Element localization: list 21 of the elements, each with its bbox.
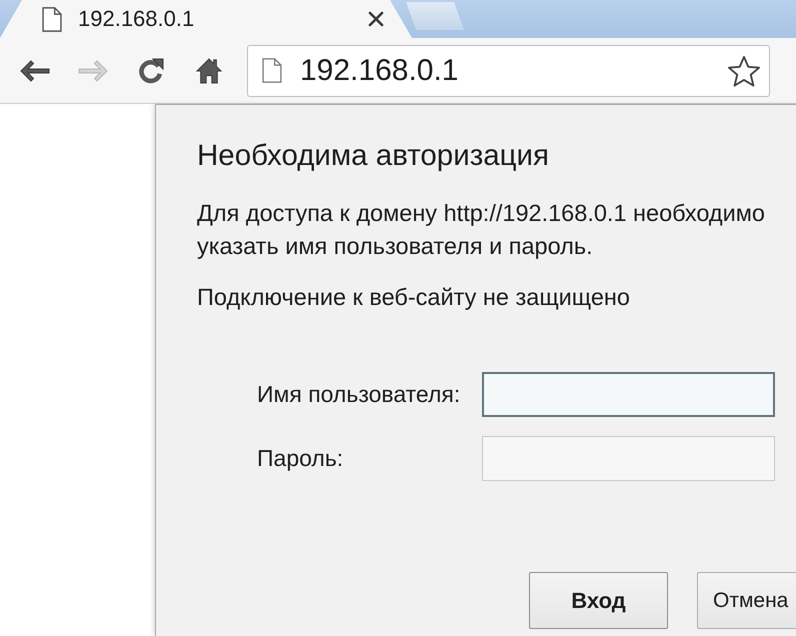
document-icon [262, 58, 282, 83]
field-label: Пароль: [257, 445, 344, 472]
tab-title: 192.168.0.1 [78, 6, 196, 32]
security-note: Подключение к веб-сайту не защищено [197, 283, 631, 312]
login-button[interactable]: Вход [529, 572, 668, 629]
address-bar[interactable]: 192.168.0.1 [247, 44, 770, 96]
reload-icon [136, 58, 166, 84]
username-field[interactable] [482, 372, 775, 417]
field-label: Имя пользователя: [257, 381, 462, 408]
star-icon[interactable] [727, 54, 761, 86]
left-arrow-icon [20, 58, 50, 84]
dialog-message: Для доступа к домену http://192.168.0.1 необходимо указать имя пользователя и пароль. [197, 199, 766, 261]
home-icon [194, 58, 224, 84]
cancel-button[interactable]: Отмена [697, 572, 796, 629]
password-field[interactable] [482, 436, 775, 481]
document-icon [42, 6, 62, 32]
dialog-title: Необходима авторизация [197, 139, 550, 173]
right-arrow-icon [78, 58, 108, 84]
close-icon[interactable] [368, 11, 384, 27]
address-text: 192.168.0.1 [300, 54, 460, 88]
browser-tab[interactable]: 192.168.0.1 [0, 0, 412, 38]
